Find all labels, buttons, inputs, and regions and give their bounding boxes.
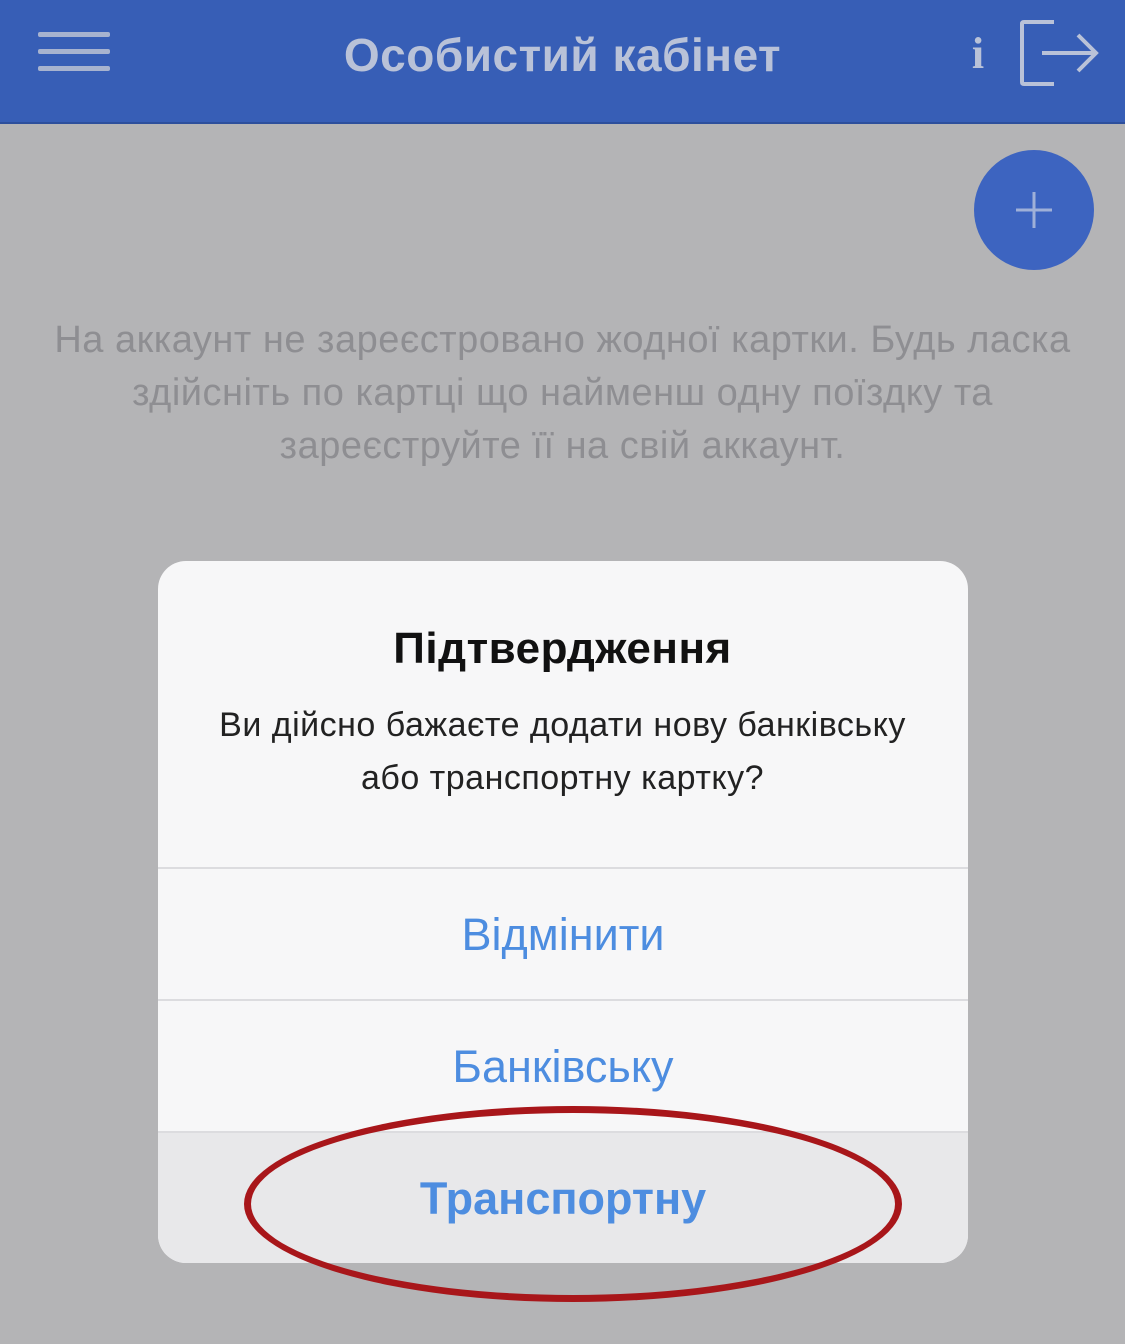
transport-card-button[interactable]: Транспортну xyxy=(158,1131,968,1263)
dialog-message-text: Ви дійсно бажаєте додати нову банківську… xyxy=(219,706,906,797)
logout-icon[interactable] xyxy=(1018,18,1102,88)
cancel-button[interactable]: Відмінити xyxy=(158,867,968,1001)
plus-icon xyxy=(1016,192,1052,228)
dialog-message: Ви дійсно бажаєте додати нову банківську… xyxy=(0,699,1125,805)
info-icon[interactable]: i xyxy=(962,30,994,80)
page-title: Особистий кабінет xyxy=(343,29,782,81)
app-header: Особистий кабінет i xyxy=(0,0,1125,124)
dialog-title: Підтвердження xyxy=(393,624,732,673)
bank-card-button[interactable]: Банківську xyxy=(158,999,968,1133)
empty-state-message: На аккаунт не зареєстровано жодної картк… xyxy=(54,319,1071,467)
add-card-button[interactable] xyxy=(974,150,1094,270)
